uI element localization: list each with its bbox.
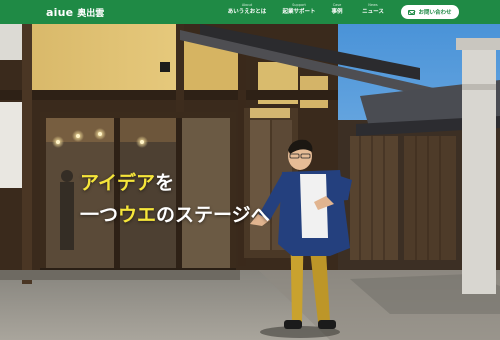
- catch-text: のステージへ: [156, 204, 270, 226]
- utility-box: [0, 102, 22, 188]
- catch-highlight: アイデア: [80, 172, 156, 194]
- site-logo[interactable]: aiue 奥出雲: [46, 0, 104, 24]
- stone-pillar: [462, 44, 496, 294]
- nav-label: ニュース: [362, 9, 384, 15]
- hero-visual: アイデアを 一つウエのステージへ: [0, 24, 500, 340]
- nav-item-support[interactable]: Support 起業サポート: [278, 3, 320, 17]
- brand-name: 奥出雲: [77, 8, 105, 19]
- contact-label: お問い合わせ: [418, 10, 452, 16]
- site-header: aiue 奥出雲 About あいうえおとは Support 起業サポート Ca…: [0, 0, 500, 24]
- wall-lamp: [160, 62, 170, 72]
- catch-text: を: [155, 172, 175, 194]
- catch-text: 一つ: [80, 204, 119, 226]
- catch-line-1: アイデアを: [80, 172, 270, 194]
- logo-text: aiue: [46, 5, 74, 19]
- nav-label: 事例: [331, 9, 343, 15]
- nav-item-about[interactable]: About あいうえおとは: [222, 3, 272, 17]
- catch-highlight: ウエ: [118, 204, 157, 226]
- hero-catchphrase: アイデアを 一つウエのステージへ: [80, 172, 270, 226]
- mail-icon: [408, 9, 416, 15]
- nav-item-case[interactable]: Case 事例: [326, 3, 348, 17]
- contact-button[interactable]: お問い合わせ: [401, 5, 459, 19]
- nav-item-news[interactable]: News ニュース: [358, 3, 388, 17]
- catch-line-2: 一つウエのステージへ: [80, 204, 270, 226]
- nav-label: あいうえおとは: [227, 9, 267, 15]
- nav-label: 起業サポート: [282, 9, 316, 15]
